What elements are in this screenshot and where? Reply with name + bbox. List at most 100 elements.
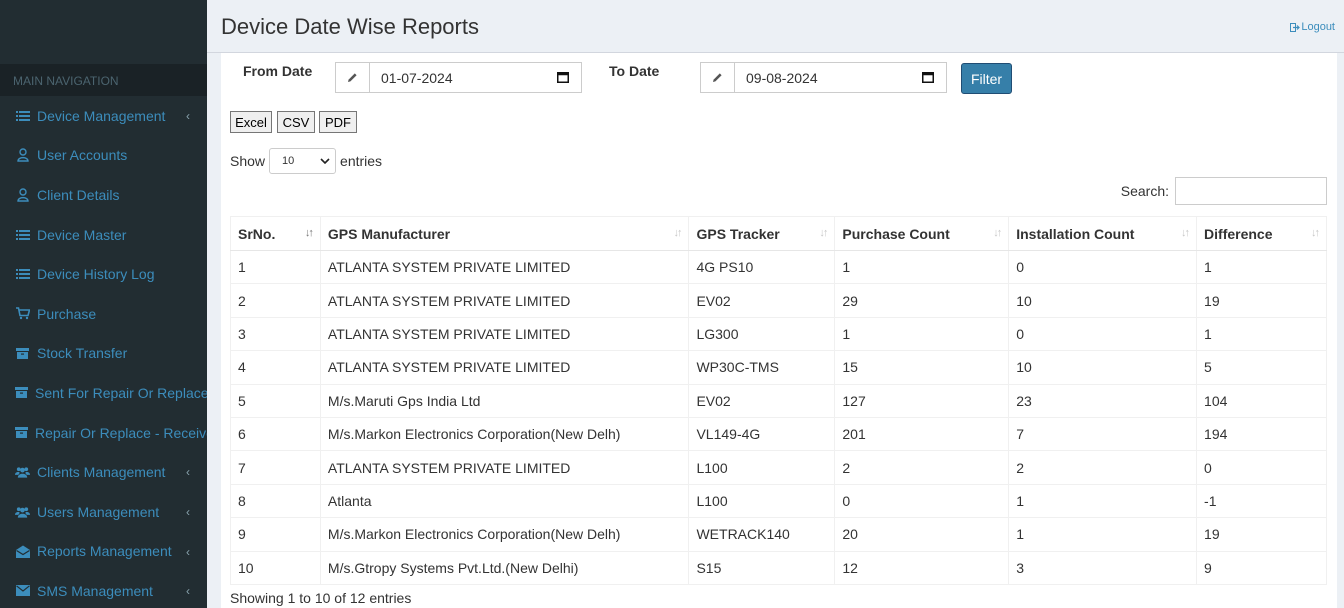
sidebar-item-label: Client Details <box>37 186 120 203</box>
from-date-input[interactable]: 01-07-2024 <box>370 63 581 92</box>
sidebar-item-label: Device Management <box>37 107 166 124</box>
logout-link[interactable]: Logout <box>1290 21 1335 33</box>
sidebar-item-device-management[interactable]: Device Management ‹ <box>0 96 207 136</box>
column-header-label: SrNo. <box>238 225 276 242</box>
table-cell: L100 <box>688 450 836 485</box>
table-cell: Atlanta <box>319 483 690 519</box>
chevron-left-icon: ‹ <box>186 109 190 123</box>
report-table: SrNo. ↓↑ GPS Manufacturer ↓↑ GPS Tracker ↓↑ Pu… <box>230 216 1327 585</box>
table-cell: 12 <box>834 550 1010 585</box>
chevron-left-icon: ‹ <box>186 584 190 599</box>
from-date-group: 01-07-2024 <box>335 62 582 93</box>
users-icon <box>15 505 30 519</box>
from-date-value: 01-07-2024 <box>381 69 453 86</box>
column-header[interactable]: Purchase Count ↓↑ <box>834 216 1010 251</box>
column-header-label: Installation Count <box>1016 225 1135 242</box>
pdf-button[interactable]: PDF <box>319 111 357 133</box>
table-cell: 9 <box>230 517 321 552</box>
sort-asc-icon: ↓↑ <box>304 227 314 239</box>
chevron-down-icon <box>320 158 330 164</box>
table-cell: 2 <box>230 283 321 318</box>
table-cell: 201 <box>834 416 1010 452</box>
sidebar-item-label: Clients Management <box>37 464 166 481</box>
sidebar-item-repair-or-replace-received[interactable]: Repair Or Replace - Received <box>0 413 207 453</box>
table-cell: 19 <box>1196 517 1327 552</box>
table-cell: 29 <box>834 283 1010 318</box>
column-header-label: GPS Manufacturer <box>327 225 451 242</box>
calendar-icon[interactable] <box>922 71 934 83</box>
table-cell: L100 <box>688 483 836 519</box>
sidebar-item-purchase[interactable]: Purchase <box>0 294 207 334</box>
excel-button[interactable]: Excel <box>230 111 272 133</box>
table-cell: 1 <box>1008 483 1198 519</box>
column-header-label: Purchase Count <box>842 225 950 242</box>
table-cell: EV02 <box>688 383 836 418</box>
sort-icon: ↓↑ <box>993 227 1002 239</box>
column-header[interactable]: Installation Count ↓↑ <box>1008 216 1198 251</box>
table-cell: 0 <box>834 483 1010 519</box>
sidebar-item-device-master[interactable]: Device Master <box>0 215 207 255</box>
table-cell: 1 <box>1196 249 1327 285</box>
column-header[interactable]: GPS Manufacturer ↓↑ <box>319 216 690 251</box>
user-icon <box>15 148 30 163</box>
nav-header: MAIN NAVIGATION <box>0 64 207 96</box>
sidebar-item-client-details[interactable]: Client Details <box>0 175 207 215</box>
column-header[interactable]: Difference ↓↑ <box>1196 216 1327 251</box>
table-cell: 5 <box>230 383 321 418</box>
sidebar-item-clients-management[interactable]: Clients Management ‹ <box>0 452 207 492</box>
column-header[interactable]: GPS Tracker ↓↑ <box>688 216 836 251</box>
sidebar-item-sent-for-repair-or-replace[interactable]: Sent For Repair Or Replace <box>0 373 207 413</box>
chevron-left-icon: ‹ <box>186 544 190 559</box>
archive-icon <box>15 386 28 400</box>
sidebar-item-stock-transfer[interactable]: Stock Transfer <box>0 334 207 374</box>
sidebar-item-label: Device History Log <box>37 266 155 283</box>
table-cell: 7 <box>1008 416 1198 452</box>
table-cell: ATLANTA SYSTEM PRIVATE LIMITED <box>319 316 690 352</box>
chevron-left-icon: ‹ <box>186 504 190 519</box>
to-date-input[interactable]: 09-08-2024 <box>735 63 946 92</box>
column-header[interactable]: SrNo. ↓↑ <box>230 216 321 251</box>
list-icon <box>15 228 30 242</box>
length-control: Show 10 entries <box>230 148 382 174</box>
sidebar-item-user-accounts[interactable]: User Accounts <box>0 136 207 176</box>
calendar-icon[interactable] <box>557 71 569 83</box>
table-cell: 19 <box>1196 283 1327 318</box>
sidebar-item-label: Sent For Repair Or Replace <box>35 384 207 401</box>
to-date-value: 09-08-2024 <box>746 69 818 86</box>
list-icon <box>15 267 30 281</box>
sort-icon: ↓↑ <box>1311 227 1320 239</box>
pencil-icon <box>336 63 370 92</box>
column-header-label: GPS Tracker <box>696 225 780 242</box>
table-row: 7 ATLANTA SYSTEM PRIVATE LIMITED L100 2 2 0 <box>230 450 1327 485</box>
sort-icon: ↓↑ <box>1181 227 1190 239</box>
table-row: 9 M/s.Markon Electronics Corporation(New … <box>230 517 1327 552</box>
to-date-label: To Date <box>609 63 660 79</box>
sidebar-item-sms-management[interactable]: SMS Management ‹ <box>0 571 207 608</box>
entries-select[interactable]: 10 <box>269 148 337 174</box>
table-cell: 23 <box>1008 383 1198 418</box>
table-cell: 15 <box>834 350 1010 385</box>
table-cell: S15 <box>688 550 836 585</box>
column-header-label: Difference <box>1204 225 1273 242</box>
table-cell: 6 <box>230 416 321 452</box>
sidebar-item-device-history-log[interactable]: Device History Log <box>0 254 207 294</box>
table-cell: 1 <box>834 316 1010 352</box>
table-cell: M/s.Gtropy Systems Pvt.Ltd.(New Delhi) <box>319 550 690 585</box>
filter-button[interactable]: Filter <box>961 63 1012 94</box>
users-icon <box>15 465 30 479</box>
search-input[interactable] <box>1175 177 1327 205</box>
table-cell: M/s.Markon Electronics Corporation(New D… <box>319 416 690 452</box>
to-date-group: 09-08-2024 <box>700 62 947 93</box>
table-cell: ATLANTA SYSTEM PRIVATE LIMITED <box>319 450 690 485</box>
sidebar-item-label: Device Master <box>37 226 127 243</box>
table-cell: EV02 <box>688 283 836 318</box>
sidebar-item-reports-management[interactable]: Reports Management ‹ <box>0 532 207 572</box>
sidebar-item-users-management[interactable]: Users Management ‹ <box>0 492 207 532</box>
table-row: 10 M/s.Gtropy Systems Pvt.Ltd.(New Delhi)… <box>230 550 1327 585</box>
table-cell: 3 <box>230 316 321 352</box>
table-cell: M/s.Maruti Gps India Ltd <box>319 383 690 418</box>
user-icon <box>15 188 30 202</box>
csv-button[interactable]: CSV <box>277 111 315 133</box>
table-cell: 20 <box>834 517 1010 552</box>
table-row: 6 M/s.Markon Electronics Corporation(New … <box>230 416 1327 452</box>
